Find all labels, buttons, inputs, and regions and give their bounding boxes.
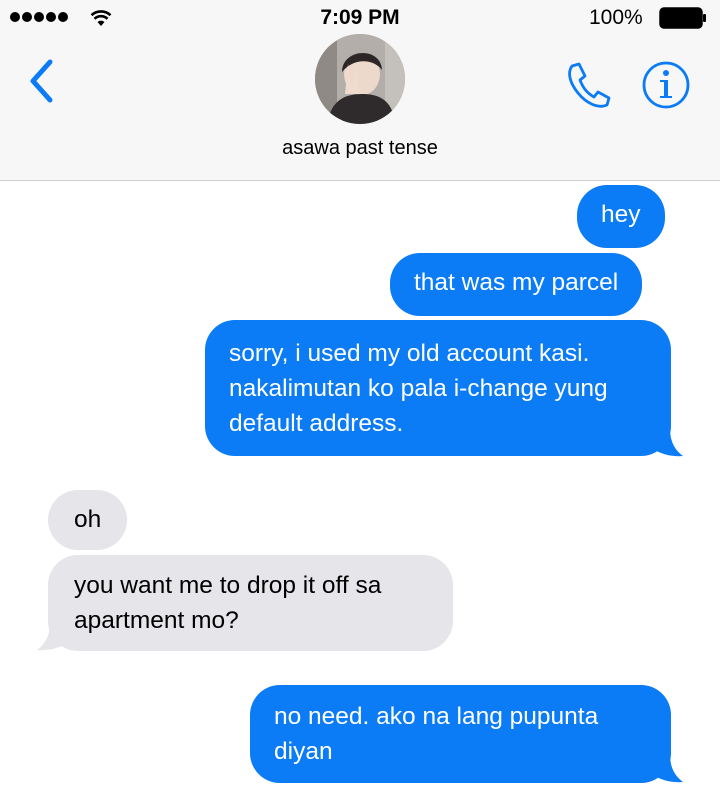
avatar[interactable] — [315, 34, 405, 124]
sent-bubble-tail — [650, 754, 683, 783]
battery-percentage: 100% — [589, 6, 643, 29]
info-icon[interactable] — [641, 60, 691, 110]
status-bar: 7:09 PM 100% — [0, 0, 720, 36]
sent-bubble-tail — [650, 428, 683, 457]
sent-message-bubble[interactable]: that was my parcel — [390, 253, 643, 316]
received-message-bubble[interactable]: you want me to drop it off sa apartment … — [48, 555, 453, 651]
sent-message-bubble[interactable]: no need. ako na lang pupunta diyan — [250, 685, 671, 783]
conversation-header: 7:09 PM 100% asawa past tense — [0, 0, 720, 181]
received-message-bubble[interactable]: oh — [48, 490, 128, 550]
sent-message-bubble[interactable]: hey — [577, 185, 665, 248]
received-bubble-tail — [37, 622, 70, 651]
battery-icon — [659, 7, 706, 29]
back-chevron-icon[interactable] — [24, 56, 58, 106]
avatar-photo — [315, 34, 405, 124]
phone-icon[interactable] — [562, 60, 612, 110]
sent-message-bubble[interactable]: sorry, i used my old account kasi. nakal… — [205, 320, 671, 456]
contact-name[interactable]: asawa past tense — [0, 137, 720, 160]
